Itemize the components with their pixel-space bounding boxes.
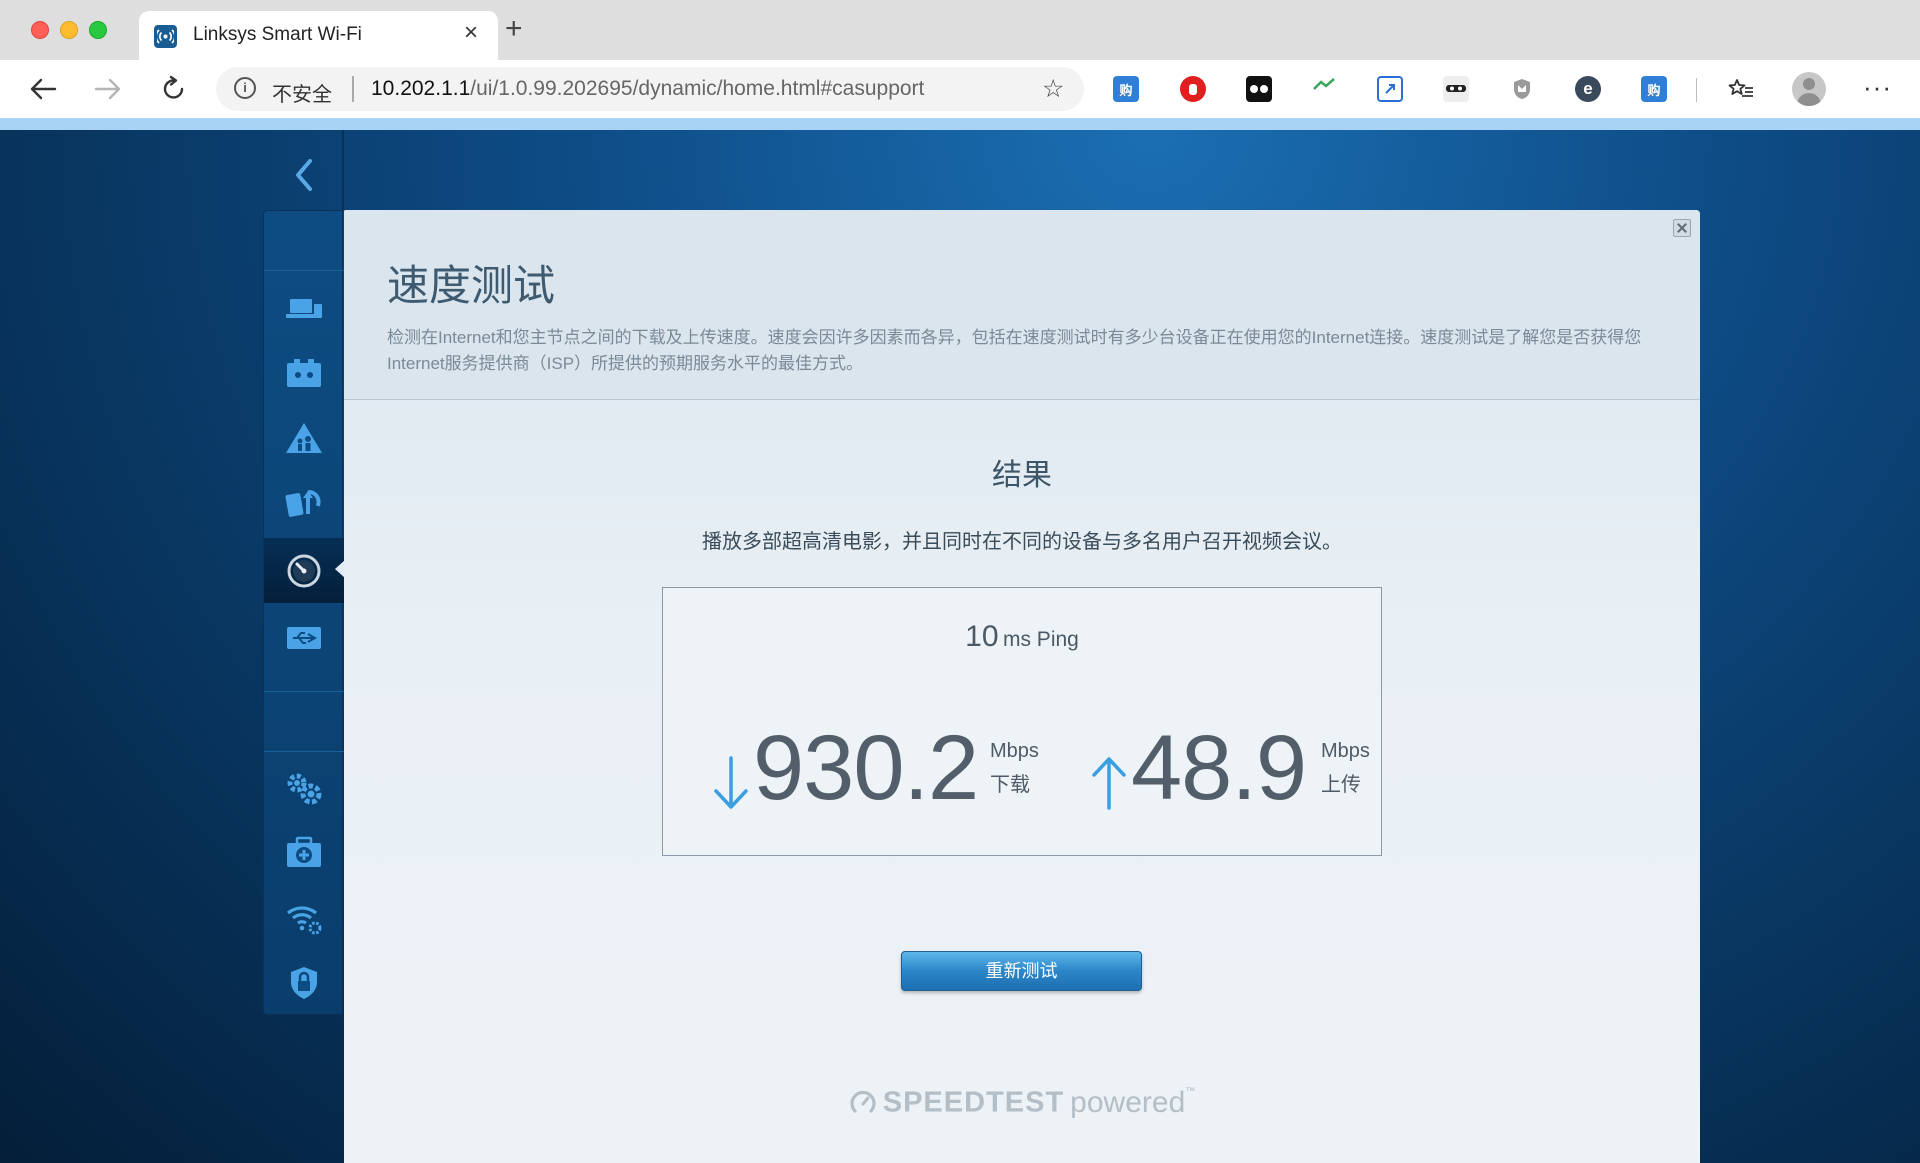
- troubleshooting-icon: [287, 836, 321, 867]
- result-title: 结果: [992, 459, 1052, 492]
- sidebar: [263, 210, 345, 1015]
- connectivity-icon: [287, 773, 322, 805]
- sidebar-divider: [264, 751, 344, 752]
- speedtest-brand: SPEEDTEST: [882, 1086, 1065, 1119]
- speed-result-panel: 10 ms Ping 930.2 Mbps 下载 48.9 Mbps 上传: [662, 587, 1382, 856]
- url-host: 10.202.1.1: [371, 77, 471, 100]
- browser-toolbar: i 不安全 10.202.1.1/ui/1.0.99.202695/dynami…: [0, 60, 1920, 170]
- sidebar-item-devices[interactable]: [264, 278, 344, 338]
- guest-access-icon: [287, 359, 321, 387]
- security-icon: [291, 967, 317, 999]
- download-readout: 930.2 Mbps 下载: [711, 718, 1041, 818]
- e-extension-icon[interactable]: e: [1575, 76, 1601, 102]
- back-arrow-icon: [30, 78, 57, 100]
- sidebar-item-guest-access[interactable]: [264, 343, 344, 403]
- window-minimize-button[interactable]: [60, 21, 78, 39]
- download-arrow-icon: [714, 756, 748, 809]
- window-zoom-button[interactable]: [89, 21, 107, 39]
- counter-extension-icon[interactable]: [1310, 74, 1338, 94]
- back-button[interactable]: [26, 72, 60, 106]
- collapse-sidebar-button[interactable]: [290, 155, 318, 195]
- sidebar-item-connectivity[interactable]: [264, 758, 344, 818]
- speed-test-icon: [287, 554, 321, 587]
- upload-speed-value: 48.9: [1131, 717, 1307, 819]
- sidebar-item-troubleshooting[interactable]: [264, 823, 344, 883]
- new-tab-button[interactable]: +: [505, 14, 523, 44]
- ping-value: 10: [965, 620, 999, 653]
- linksys-page: 速度测试 检测在Internet和您主节点之间的下载及上传速度。速度会因许多因素…: [0, 130, 1920, 1163]
- favorites-list-icon[interactable]: [1728, 76, 1754, 102]
- shield-extension-icon[interactable]: [1509, 76, 1535, 102]
- url-path: /ui/1.0.99.202695/dynamic/home.html#casu…: [470, 77, 925, 100]
- tab-close-icon[interactable]: ×: [464, 21, 478, 45]
- sidebar-item-security[interactable]: [264, 953, 344, 1013]
- external-storage-icon: [287, 627, 321, 649]
- upload-unit: Mbps: [1321, 740, 1370, 762]
- tampermonkey-icon[interactable]: [1246, 76, 1272, 102]
- dialog-header: 速度测试 检测在Internet和您主节点之间的下载及上传速度。速度会因许多因素…: [344, 210, 1700, 400]
- retest-button[interactable]: 重新测试: [901, 951, 1142, 991]
- linksys-favicon-icon: [154, 25, 177, 48]
- address-divider: [352, 76, 354, 102]
- site-info-icon[interactable]: i: [234, 77, 256, 99]
- download-speed-value: 930.2: [753, 717, 979, 819]
- chevron-left-icon: [296, 159, 312, 191]
- sidebar-item-media-prioritization[interactable]: [264, 473, 344, 533]
- ping-readout: 10 ms Ping: [663, 620, 1381, 654]
- reload-icon: [163, 75, 184, 99]
- page-load-bar: [0, 118, 1920, 130]
- shopping-assistant-icon[interactable]: 购: [1113, 76, 1139, 102]
- profile-avatar[interactable]: [1792, 72, 1826, 106]
- upload-arrow-icon: [1092, 757, 1126, 810]
- security-label[interactable]: 不安全: [272, 78, 332, 107]
- sidebar-edge: [342, 130, 344, 210]
- parental-controls-icon: [286, 423, 322, 453]
- browser-tab[interactable]: Linksys Smart Wi-Fi ×: [139, 11, 498, 60]
- download-unit: Mbps: [990, 740, 1039, 762]
- speedtest-gauge-icon: [850, 1090, 876, 1113]
- reload-button[interactable]: [157, 72, 191, 106]
- dialog-close-icon[interactable]: [1673, 219, 1691, 237]
- result-description: 播放多部超高清电影，并且同时在不同的设备与多名用户召开视频会议。: [702, 531, 1342, 553]
- screenshot-extension-icon[interactable]: [1377, 76, 1403, 102]
- upload-label: 上传: [1321, 774, 1361, 796]
- incognito-extension-icon[interactable]: [1443, 76, 1469, 102]
- upload-readout: 48.9 Mbps 上传: [1089, 718, 1379, 818]
- adblock-icon[interactable]: [1180, 76, 1206, 102]
- favorite-star-icon[interactable]: ☆: [1042, 74, 1064, 104]
- forward-button[interactable]: [91, 72, 125, 106]
- address-bar[interactable]: i 不安全 10.202.1.1/ui/1.0.99.202695/dynami…: [216, 67, 1084, 111]
- speedtest-powered-text: powered: [1070, 1086, 1186, 1119]
- dialog-description: 检测在Internet和您主节点之间的下载及上传速度。速度会因许多因素而各异，包…: [387, 328, 1642, 373]
- forward-arrow-icon: [94, 78, 121, 100]
- sidebar-item-wireless[interactable]: [264, 888, 344, 948]
- more-menu-icon[interactable]: ···: [1863, 72, 1892, 103]
- download-label: 下载: [990, 774, 1030, 796]
- sidebar-item-speed-test[interactable]: [264, 538, 345, 603]
- url-text[interactable]: 10.202.1.1/ui/1.0.99.202695/dynamic/home…: [371, 77, 924, 101]
- devices-icon: [286, 299, 322, 318]
- speedtest-trademark: ™: [1185, 1086, 1196, 1097]
- wireless-icon: [286, 906, 322, 935]
- sidebar-divider: [264, 691, 344, 692]
- speedtest-powered-logo: SPEEDTEST powered™: [344, 1086, 1700, 1120]
- speed-test-dialog: 速度测试 检测在Internet和您主节点之间的下载及上传速度。速度会因许多因素…: [344, 210, 1700, 1163]
- tab-title: Linksys Smart Wi-Fi: [193, 24, 362, 45]
- sidebar-item-parental-controls[interactable]: [264, 408, 344, 468]
- media-prioritization-icon: [285, 490, 321, 517]
- sidebar-item-external-storage[interactable]: [264, 608, 344, 668]
- dialog-title: 速度测试: [387, 262, 556, 309]
- window-close-button[interactable]: [31, 21, 49, 39]
- ping-unit: ms Ping: [1002, 628, 1079, 651]
- toolbar-divider: [1696, 78, 1697, 102]
- browser-tab-bar: Linksys Smart Wi-Fi × +: [0, 0, 1920, 60]
- sidebar-divider: [264, 270, 344, 271]
- shopping-assistant-2-icon[interactable]: 购: [1641, 76, 1667, 102]
